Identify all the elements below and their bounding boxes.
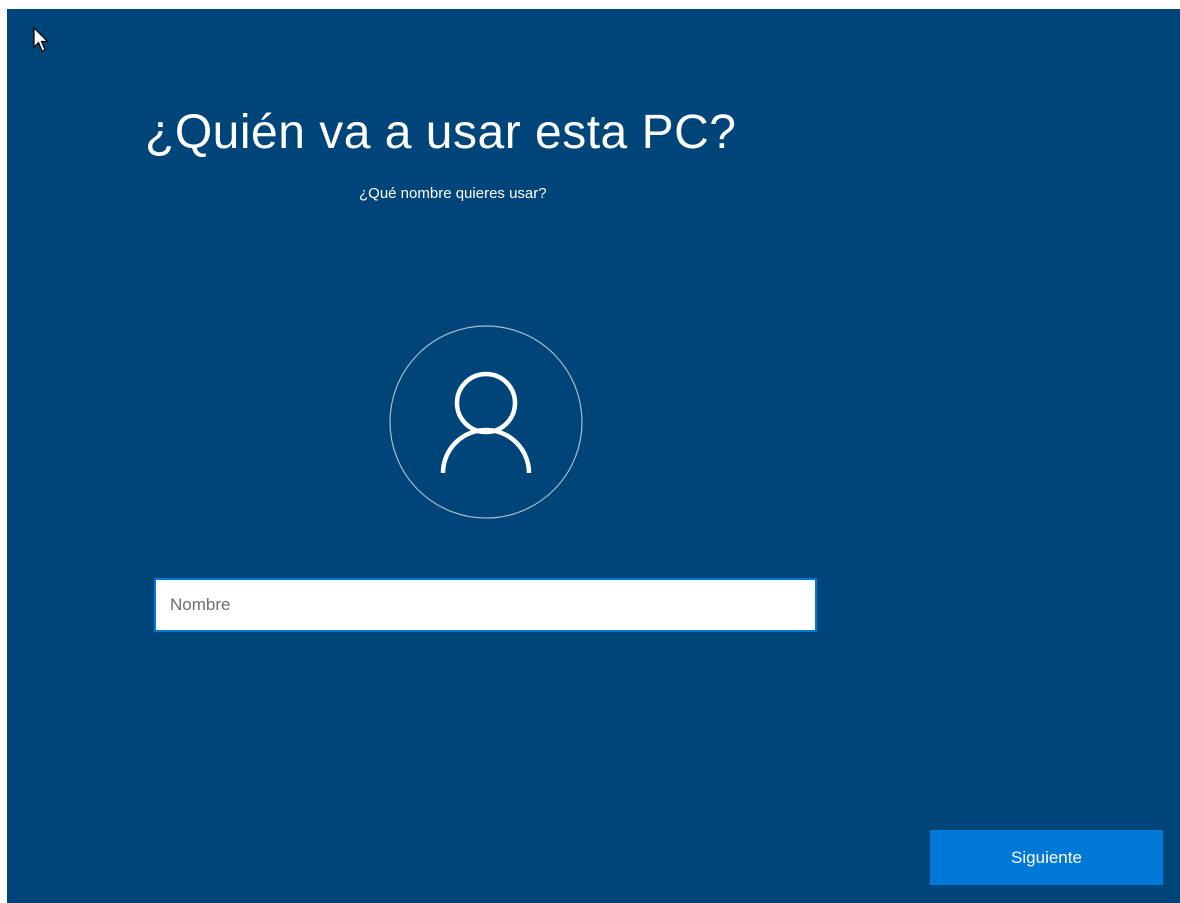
name-input[interactable] [154,578,817,632]
page-subtitle: ¿Qué nombre quieres usar? [359,185,547,202]
page-title: ¿Quién va a usar esta PC? [145,106,737,159]
mouse-pointer-icon [33,27,49,52]
next-button[interactable]: Siguiente [930,830,1163,885]
user-avatar-icon [389,325,583,519]
setup-screen: ¿Quién va a usar esta PC? ¿Qué nombre qu… [7,9,1180,903]
